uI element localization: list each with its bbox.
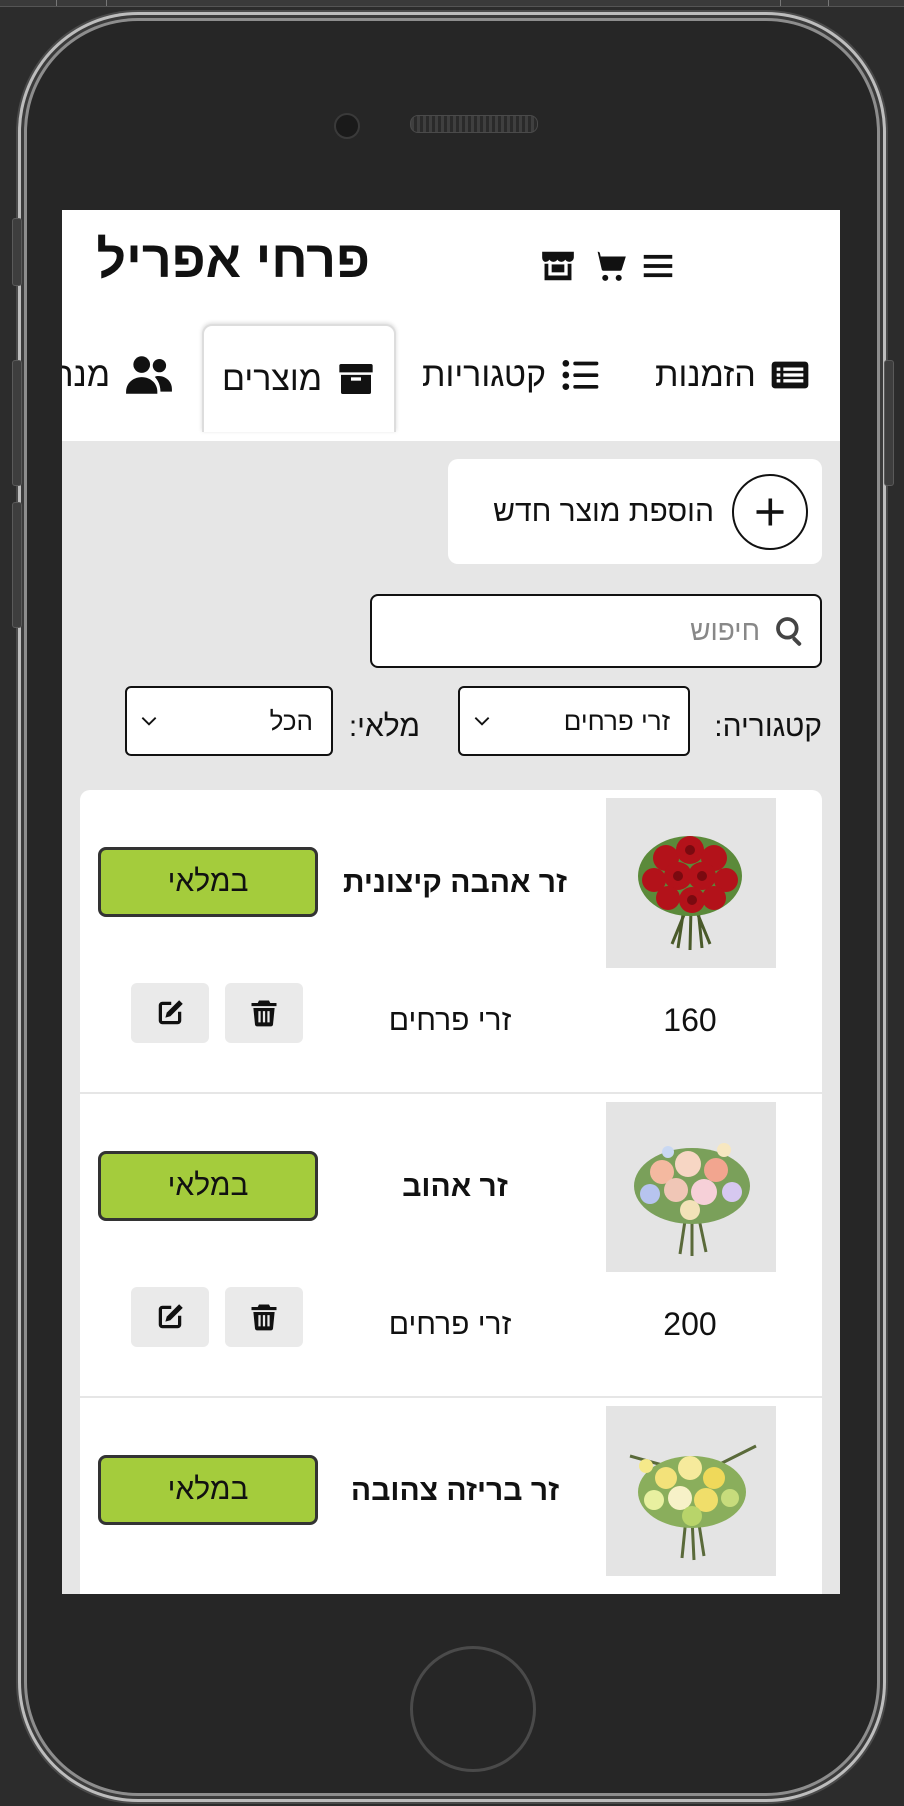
products-list: זר אהבה קיצונית במלאי 160 זרי פרחים זר א… bbox=[80, 790, 822, 1594]
box-icon bbox=[339, 364, 373, 394]
tab-products[interactable]: מוצרים bbox=[202, 324, 397, 432]
product-price: 200 bbox=[663, 1306, 717, 1342]
trash-icon bbox=[251, 1304, 277, 1331]
edit-icon bbox=[158, 1000, 183, 1025]
earpiece-speaker bbox=[410, 115, 538, 133]
store-icon[interactable] bbox=[536, 244, 580, 288]
category-select-value: זרי פרחים bbox=[563, 705, 670, 736]
edit-button[interactable] bbox=[131, 1287, 209, 1347]
list-alt-icon bbox=[771, 361, 809, 389]
search-icon bbox=[776, 617, 802, 646]
add-product-button[interactable]: הוספת מוצר חדש bbox=[448, 459, 822, 564]
volume-up-button bbox=[12, 360, 22, 486]
tab-orders[interactable]: הזמנות bbox=[655, 316, 810, 434]
product-image bbox=[606, 1406, 776, 1576]
stock-select[interactable]: הכל bbox=[125, 686, 333, 756]
list-icon bbox=[562, 360, 599, 390]
users-icon bbox=[126, 356, 173, 394]
delete-button[interactable] bbox=[225, 1287, 303, 1347]
product-name: זר אהבה קיצונית bbox=[342, 866, 568, 899]
front-camera bbox=[334, 113, 360, 139]
product-row: זר אהוב במלאי 200 זרי פרחים bbox=[80, 1094, 822, 1398]
search-box bbox=[370, 594, 822, 668]
product-category: זרי פרחים bbox=[388, 1308, 512, 1341]
in-stock-button[interactable]: במלאי bbox=[98, 1455, 318, 1525]
top-strip bbox=[0, 0, 904, 7]
trash-icon bbox=[251, 1000, 277, 1027]
menu-icon[interactable] bbox=[636, 244, 680, 288]
add-product-label: הוספת מוצר חדש bbox=[493, 494, 714, 528]
app-screen: פרחי אפריל הזמנות קטגוריות מוצרים מנה הו… bbox=[62, 210, 840, 1594]
product-image bbox=[606, 798, 776, 968]
volume-down-button bbox=[12, 502, 22, 628]
home-button[interactable] bbox=[410, 1646, 536, 1772]
product-price: 160 bbox=[663, 1002, 717, 1038]
stock-filter-label: מלאי: bbox=[348, 710, 420, 743]
tab-products-label: מוצרים bbox=[222, 359, 323, 398]
app-header: פרחי אפריל הזמנות קטגוריות מוצרים מנה bbox=[62, 210, 840, 441]
nav-tabs: הזמנות קטגוריות מוצרים מנה bbox=[62, 316, 840, 441]
product-name: זר בריזה צהובה bbox=[350, 1474, 560, 1507]
plus-icon bbox=[732, 473, 808, 550]
product-image bbox=[606, 1102, 776, 1272]
tab-categories[interactable]: קטגוריות bbox=[422, 316, 600, 434]
product-name: זר אהוב bbox=[402, 1170, 508, 1203]
delete-button[interactable] bbox=[225, 983, 303, 1043]
search-input[interactable] bbox=[398, 614, 762, 648]
category-filter-label: קטגוריה: bbox=[714, 710, 822, 743]
tab-categories-label: קטגוריות bbox=[422, 355, 547, 394]
stock-select-value: הכל bbox=[269, 705, 313, 736]
power-button bbox=[884, 360, 894, 486]
app-title: פרחי אפריל bbox=[96, 231, 370, 289]
edit-icon bbox=[158, 1304, 183, 1329]
tab-orders-label: הזמנות bbox=[655, 355, 756, 394]
chevron-down-icon bbox=[474, 717, 490, 726]
chevron-down-icon bbox=[141, 717, 157, 726]
in-stock-button[interactable]: במלאי bbox=[98, 847, 318, 917]
product-category: זרי פרחים bbox=[388, 1004, 512, 1037]
product-row: זר בריזה צהובה במלאי bbox=[80, 1398, 822, 1594]
edit-button[interactable] bbox=[131, 983, 209, 1043]
category-select[interactable]: זרי פרחים bbox=[458, 686, 690, 756]
mute-switch bbox=[12, 218, 22, 286]
in-stock-button[interactable]: במלאי bbox=[98, 1151, 318, 1221]
tab-managers-label: מנה bbox=[62, 355, 111, 394]
tab-managers[interactable]: מנה bbox=[62, 316, 174, 434]
cart-icon[interactable] bbox=[588, 244, 632, 288]
product-row: זר אהבה קיצונית במלאי 160 זרי פרחים bbox=[80, 790, 822, 1094]
